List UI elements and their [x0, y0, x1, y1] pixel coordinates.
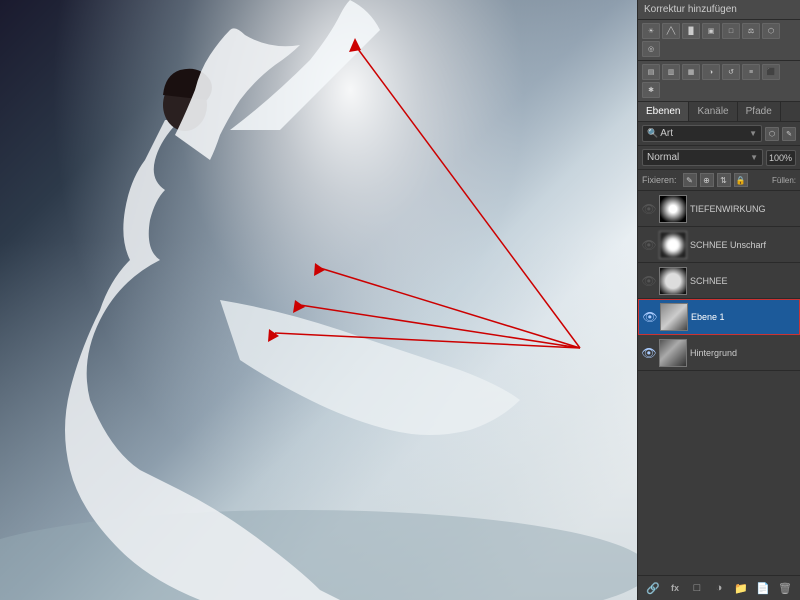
mist-overlay	[0, 0, 637, 600]
layer-schnee[interactable]: 👁 SCHNEE	[638, 263, 800, 299]
delete-icon[interactable]: 🗑	[777, 580, 793, 596]
photo-background	[0, 0, 637, 600]
filter-option-2[interactable]: ✎	[782, 127, 796, 141]
visibility-tiefenwirkung-icon[interactable]: 👁	[642, 202, 656, 216]
adj-gradient-icon[interactable]: ▥	[662, 64, 680, 80]
visibility-schnee-unscharf-icon[interactable]: 👁	[642, 238, 656, 252]
thumb-hintergrund	[659, 339, 687, 367]
layer-ebene1[interactable]: 👁 Ebene 1	[638, 299, 800, 335]
fixieren-label: Fixieren:	[642, 175, 677, 185]
adj-photo-icon[interactable]: ◎	[642, 41, 660, 57]
adj-bw-icon[interactable]: ◑	[702, 64, 720, 80]
adjustment-icon[interactable]: ◑	[711, 580, 727, 596]
mask-icon[interactable]: □	[689, 580, 705, 596]
blend-mode-row: Normal ▼ 100%	[638, 146, 800, 170]
layer-hintergrund[interactable]: 👁 Hintergrund	[638, 335, 800, 371]
chevron-down-icon: ▼	[749, 129, 757, 138]
visibility-hintergrund-icon[interactable]: 👁	[642, 346, 656, 360]
link-icon[interactable]: 🔗	[645, 580, 661, 596]
tab-pfade[interactable]: Pfade	[738, 102, 781, 121]
adj-vibrance-icon[interactable]: □	[722, 23, 740, 39]
adj-color-icon[interactable]: ⬡	[762, 23, 780, 39]
korrektur-header: Korrektur hinzufügen	[638, 0, 800, 20]
new-layer-icon[interactable]: 📄	[755, 580, 771, 596]
layer-schnee-unscharf[interactable]: 👁 SCHNEE Unscharf	[638, 227, 800, 263]
visibility-schnee-icon[interactable]: 👁	[642, 274, 656, 288]
layer-name-hintergrund: Hintergrund	[690, 348, 796, 358]
fix-lock-icon[interactable]: 🔒	[734, 173, 748, 187]
tab-ebenen[interactable]: Ebenen	[638, 102, 689, 121]
adj-selective-icon[interactable]: ▦	[682, 64, 700, 80]
adj-lookup-icon[interactable]: ✱	[642, 82, 660, 98]
opacity-field[interactable]: 100%	[766, 150, 796, 166]
layer-tiefenwirkung[interactable]: 👁 TIEFENWIRKUNG	[638, 191, 800, 227]
bottom-toolbar: 🔗 fx □ ◑ 📁 📄 🗑	[638, 575, 800, 600]
adj-hsl-icon[interactable]: ⚖	[742, 23, 760, 39]
blend-chevron-icon: ▼	[750, 153, 758, 162]
adj-toolbar-2: ▤ ▥ ▦ ◑ ↺ ≡ ⬛ ✱	[638, 61, 800, 102]
filter-option-1[interactable]: ⬡	[765, 127, 779, 141]
right-panel: Korrektur hinzufügen ☀ ╱╲ ▐▌ ▣ □ ⚖ ⬡ ◎ ▤…	[637, 0, 800, 600]
filter-row: 🔍 Art ▼ ⬡ ✎	[638, 122, 800, 146]
layer-name-ebene1: Ebene 1	[691, 312, 795, 322]
adj-toolbar-1: ☀ ╱╲ ▐▌ ▣ □ ⚖ ⬡ ◎	[638, 20, 800, 61]
fx-icon[interactable]: fx	[667, 580, 683, 596]
fix-move-icon[interactable]: ⊕	[700, 173, 714, 187]
visibility-ebene1-icon[interactable]: 👁	[643, 310, 657, 324]
korrektur-title: Korrektur hinzufügen	[644, 4, 737, 15]
layer-name-schnee: SCHNEE	[690, 276, 796, 286]
thumb-schnee	[659, 267, 687, 295]
fixieren-row: Fixieren: ✎ ⊕ ⇅ 🔒 Füllen:	[638, 170, 800, 191]
blend-mode-value: Normal	[647, 152, 679, 163]
folder-icon[interactable]: 📁	[733, 580, 749, 596]
layer-name-schnee-unscharf: SCHNEE Unscharf	[690, 240, 796, 250]
tabs-row: Ebenen Kanäle Pfade	[638, 102, 800, 122]
thumb-schnee-unscharf	[659, 231, 687, 259]
adj-invert-icon[interactable]: ↺	[722, 64, 740, 80]
canvas-area	[0, 0, 637, 600]
fill-value: Füllen:	[772, 175, 796, 186]
filter-value: Art	[660, 128, 673, 139]
adj-exposure-icon[interactable]: ▣	[702, 23, 720, 39]
thumb-ebene1	[660, 303, 688, 331]
layers-list: 👁 TIEFENWIRKUNG 👁 SCHNEE Unscharf 👁 SCHN…	[638, 191, 800, 575]
adj-threshold-icon[interactable]: ⬛	[762, 64, 780, 80]
tab-kanaele[interactable]: Kanäle	[689, 102, 737, 121]
adj-levels-icon[interactable]: ▐▌	[682, 23, 700, 39]
layer-name-tiefenwirkung: TIEFENWIRKUNG	[690, 204, 796, 214]
adj-channel-icon[interactable]: ▤	[642, 64, 660, 80]
adj-posterize-icon[interactable]: ≡	[742, 64, 760, 80]
search-icon: 🔍	[647, 128, 658, 139]
thumb-tiefenwirkung	[659, 195, 687, 223]
filter-input-container[interactable]: 🔍 Art ▼	[642, 125, 762, 142]
adj-brightness-icon[interactable]: ☀	[642, 23, 660, 39]
fix-arrows-icon[interactable]: ⇅	[717, 173, 731, 187]
adj-curves-icon[interactable]: ╱╲	[662, 23, 680, 39]
fix-paint-icon[interactable]: ✎	[683, 173, 697, 187]
